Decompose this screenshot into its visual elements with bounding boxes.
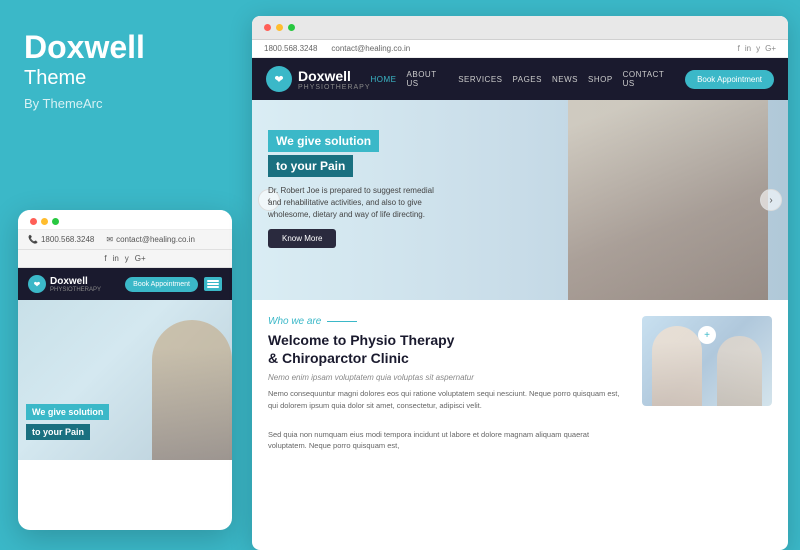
nav-link-about[interactable]: ABOUT US [407, 70, 449, 88]
nav-link-contact[interactable]: CONTACT US [623, 70, 675, 88]
social-gplus-icon: G+ [765, 44, 776, 53]
hamburger-line [207, 280, 219, 282]
site-hero-section: ‹ › We give solution to your Pain Dr. Ro… [252, 100, 788, 300]
hero-line2: to your Pain [268, 155, 353, 177]
mobile-logo-name: Doxwell [50, 276, 101, 287]
site-book-appointment-button[interactable]: Book Appointment [685, 70, 774, 89]
about-body-text1: Nemo consequuntur magni dolores eos qui … [268, 388, 626, 411]
email-icon: ✉ [106, 235, 113, 244]
social-youtube-icon: y [756, 44, 760, 53]
mobile-email: ✉ contact@healing.co.in [106, 235, 195, 244]
phone-icon: 📞 [28, 235, 38, 244]
mobile-btn-area: Book Appointment [125, 277, 222, 292]
mobile-hero-figure [152, 320, 232, 460]
mobile-hero-text: We give solution to your Pain [26, 402, 109, 440]
site-phone: 1800.568.3248 [264, 44, 317, 53]
nav-link-pages[interactable]: PAGES [513, 75, 542, 84]
social-linkedin-icon: in [745, 44, 751, 53]
hero-person-silhouette [568, 100, 768, 300]
mobile-hamburger-button[interactable] [204, 277, 222, 291]
social-f: f [104, 254, 106, 263]
chrome-dot-yellow [41, 218, 48, 225]
mobile-book-button[interactable]: Book Appointment [125, 277, 198, 292]
mobile-nav-bar: ❤ Doxwell PHYSIOTHERAPY Book Appointment [18, 268, 232, 300]
hamburger-line [207, 286, 219, 288]
brand-title: Doxwell [24, 30, 224, 65]
about-subtitle: Nemo enim ipsam voluptatem quia voluptas… [268, 373, 626, 382]
site-contact-info: 1800.568.3248 contact@healing.co.in [264, 44, 410, 53]
mobile-logo-icon: ❤ [28, 275, 46, 293]
nav-link-shop[interactable]: SHOP [588, 75, 613, 84]
window-dot-red [264, 24, 271, 31]
mobile-chrome-bar [18, 210, 232, 230]
hero-description: Dr. Robert Joe is prepared to suggest re… [268, 185, 434, 221]
window-chrome [252, 16, 788, 40]
about-image: + [642, 316, 772, 406]
site-logo-icon: ❤ [266, 66, 292, 92]
site-hero-image [568, 100, 768, 300]
about-image-overlay-icon: + [698, 326, 716, 344]
mobile-logo-sub: PHYSIOTHERAPY [50, 287, 101, 293]
about-image-area: + [642, 316, 772, 451]
hamburger-line [207, 283, 219, 285]
social-y: y [125, 254, 129, 263]
main-website-area: 1800.568.3248 contact@healing.co.in f in… [252, 16, 788, 550]
social-gplus: G+ [135, 254, 146, 263]
mobile-hero-line2: to your Pain [26, 424, 90, 440]
site-social-links: f in y G+ [738, 44, 776, 53]
site-about-section: Who we are Welcome to Physio Therapy & C… [252, 300, 788, 461]
nav-link-services[interactable]: SERVICES [458, 75, 502, 84]
mobile-hero-line1: We give solution [26, 404, 109, 420]
site-email: contact@healing.co.in [331, 44, 410, 53]
site-hero-content: We give solution to your Pain Dr. Robert… [268, 130, 434, 248]
window-dot-yellow [276, 24, 283, 31]
about-title: Welcome to Physio Therapy & Chiroparctor… [268, 331, 626, 367]
site-logo-sub: PHYSIOTHERAPY [298, 84, 371, 91]
brand-by: By ThemeArc [24, 96, 224, 111]
mobile-contact-bar: 📞 1800.568.3248 ✉ contact@healing.co.in [18, 230, 232, 250]
nav-link-news[interactable]: NEWS [552, 75, 578, 84]
site-logo: ❤ Doxwell PHYSIOTHERAPY [266, 66, 371, 92]
mobile-social-bar: f in y G+ [18, 250, 232, 268]
site-logo-name: Doxwell [298, 68, 371, 84]
about-text-area: Who we are Welcome to Physio Therapy & C… [268, 316, 626, 451]
chrome-dot-red [30, 218, 37, 225]
window-dot-green [288, 24, 295, 31]
about-body-text2: Sed quia non numquam eius modi tempora i… [268, 429, 626, 452]
about-image-person2 [717, 336, 762, 406]
left-panel: Doxwell Theme By ThemeArc 📞 1800.568.324… [0, 0, 248, 550]
about-image-person1 [652, 326, 702, 406]
mobile-phone: 📞 1800.568.3248 [28, 235, 94, 244]
mobile-logo: ❤ Doxwell PHYSIOTHERAPY [28, 275, 101, 293]
hero-know-more-button[interactable]: Know More [268, 229, 336, 248]
brand-subtitle: Theme [24, 67, 224, 90]
site-top-bar: 1800.568.3248 contact@healing.co.in f in… [252, 40, 788, 58]
hero-line1: We give solution [268, 130, 379, 152]
chrome-dot-green [52, 218, 59, 225]
about-tag: Who we are [268, 316, 626, 327]
mobile-hero: We give solution to your Pain [18, 300, 232, 460]
social-in: in [113, 254, 119, 263]
nav-link-home[interactable]: HOME [371, 75, 397, 84]
hero-next-arrow[interactable]: › [760, 189, 782, 211]
site-nav-links: HOME ABOUT US SERVICES PAGES NEWS SHOP C… [371, 70, 774, 89]
social-facebook-icon: f [738, 44, 740, 53]
site-nav-bar: ❤ Doxwell PHYSIOTHERAPY HOME ABOUT US SE… [252, 58, 788, 100]
mobile-mockup: 📞 1800.568.3248 ✉ contact@healing.co.in … [18, 210, 232, 530]
